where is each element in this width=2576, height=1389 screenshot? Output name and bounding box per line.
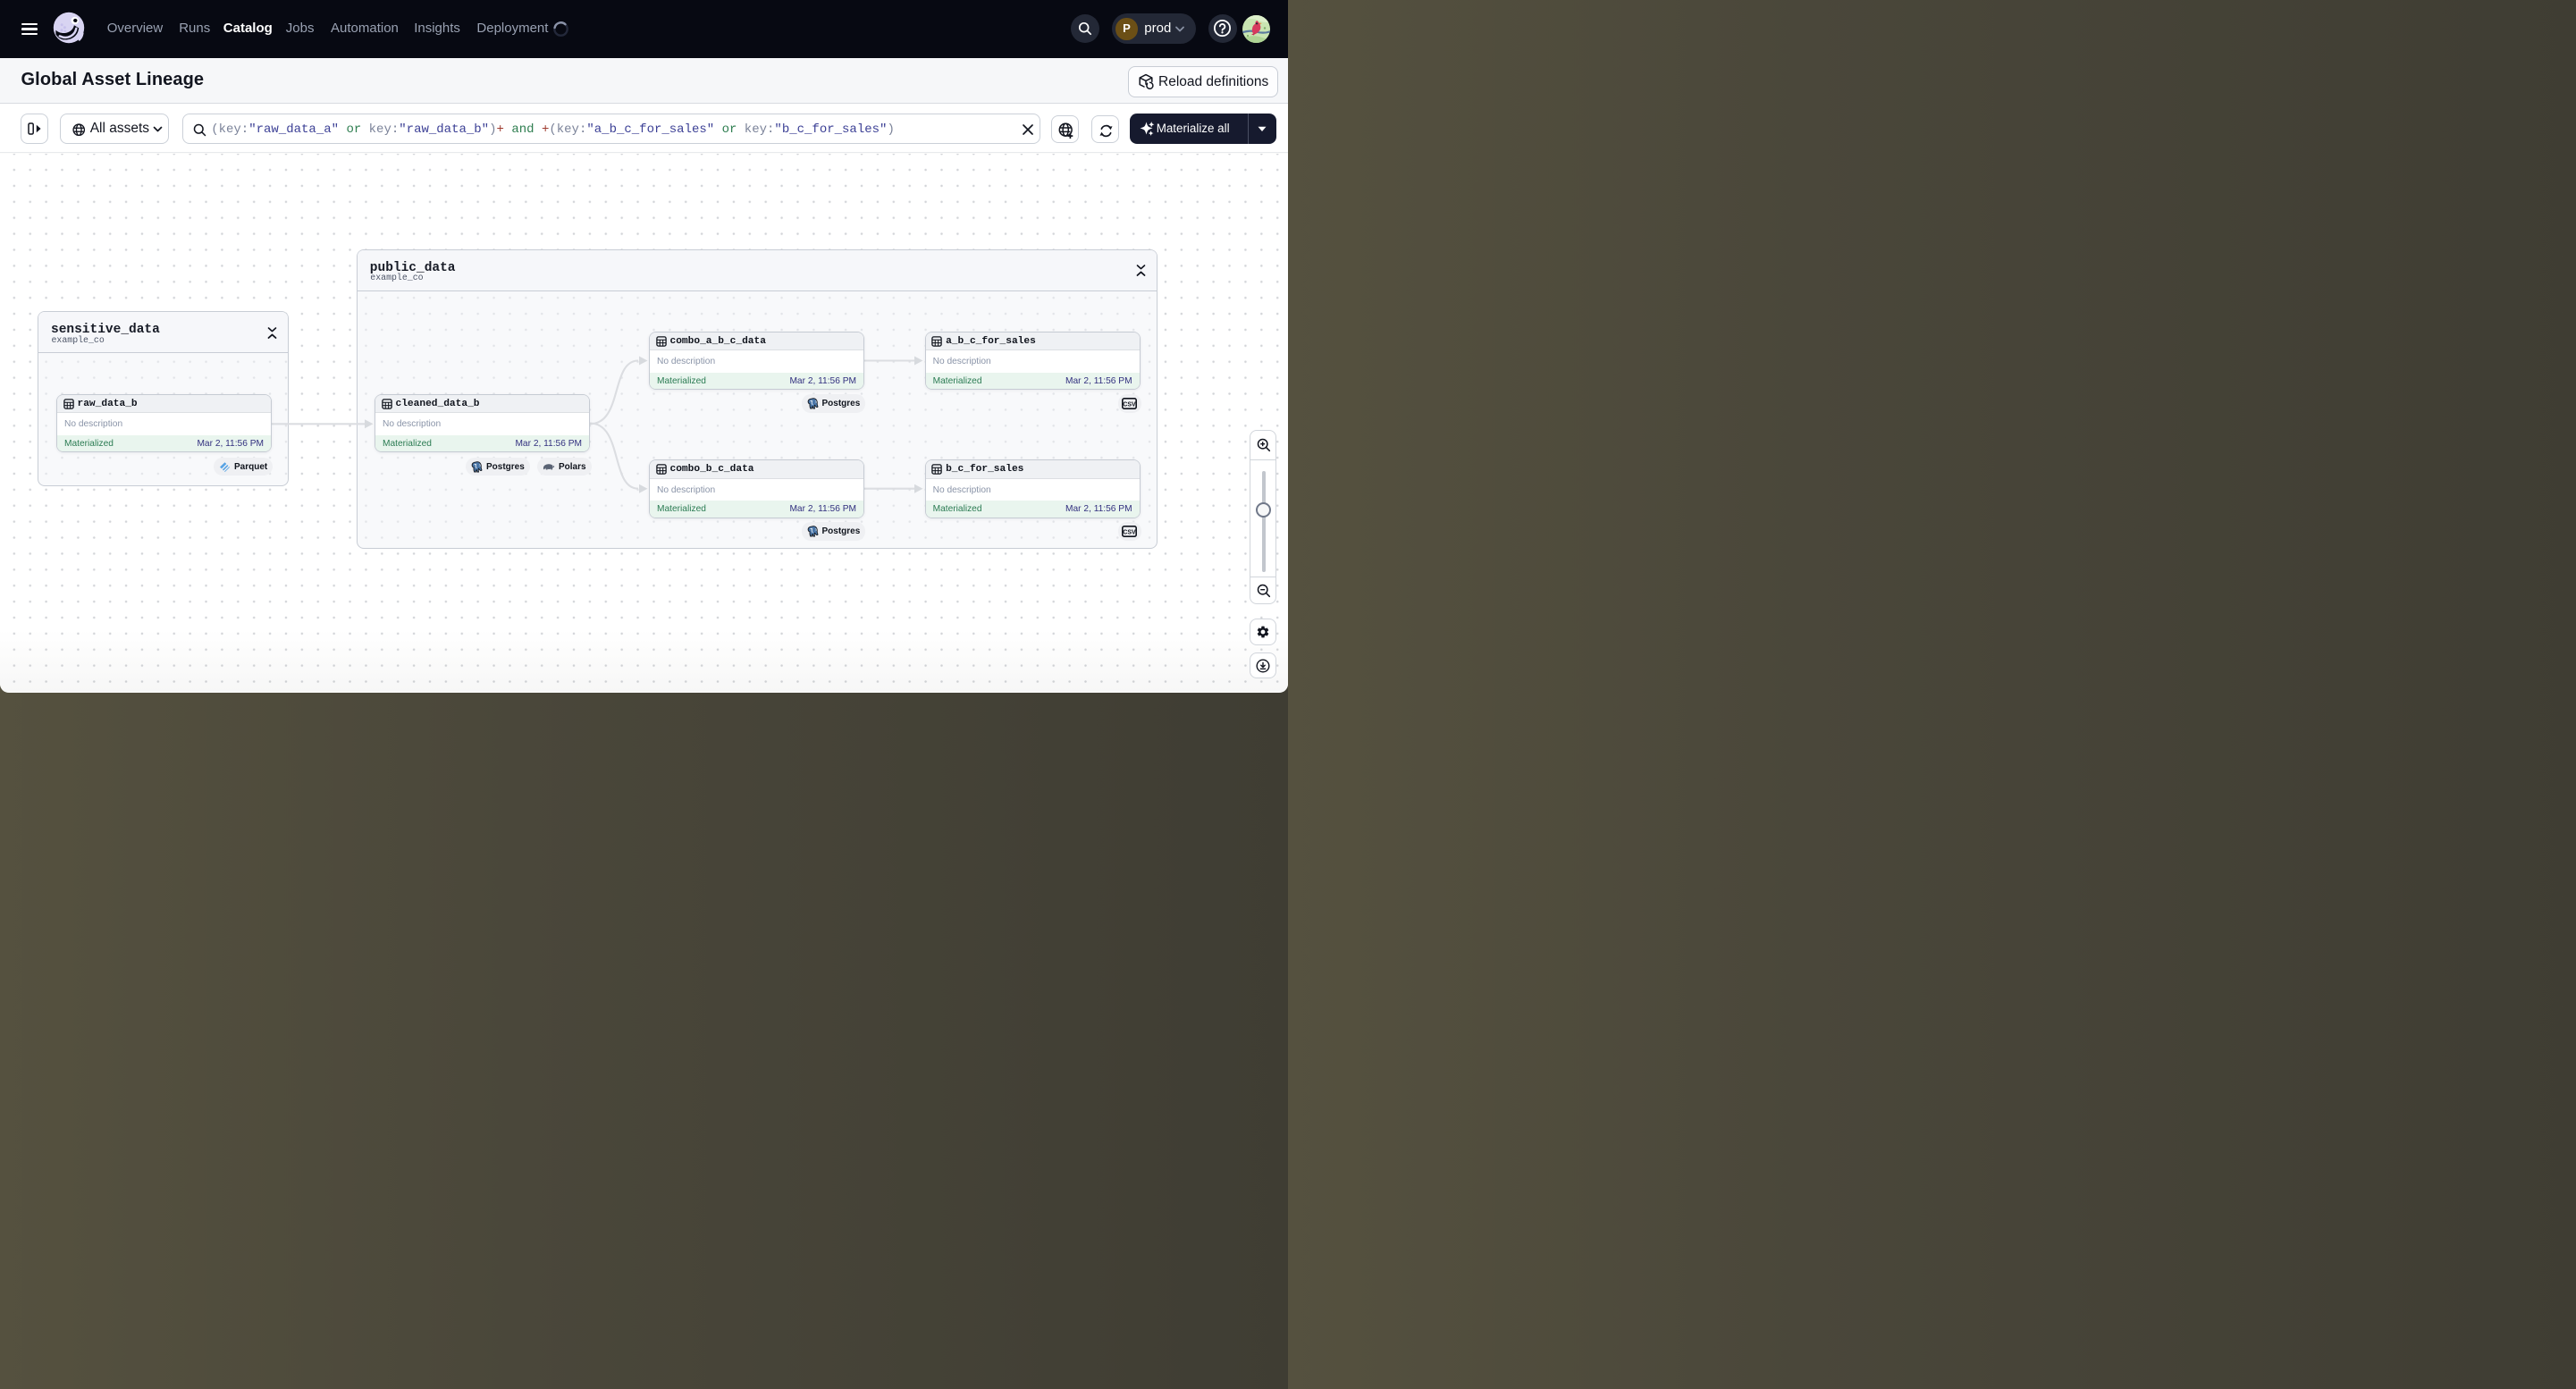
svg-text:CSV: CSV: [1123, 402, 1136, 408]
svg-text:CSV: CSV: [1123, 530, 1136, 536]
